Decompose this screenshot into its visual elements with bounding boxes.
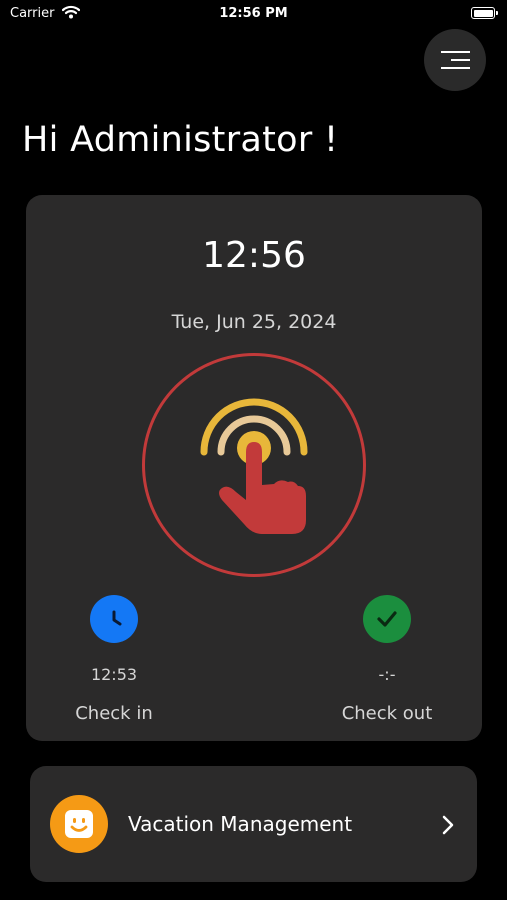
vacation-management-card[interactable]: Vacation Management <box>30 766 477 882</box>
punch-button[interactable] <box>142 353 366 577</box>
status-bar: Carrier 12:56 PM <box>0 0 507 30</box>
smiley-icon <box>50 795 108 853</box>
check-in-label: Check in <box>75 703 153 724</box>
status-time: 12:56 PM <box>219 6 288 21</box>
current-time: 12:56 <box>202 235 306 276</box>
battery-icon <box>471 7 498 19</box>
checkmark-icon <box>377 611 397 627</box>
check-in-time: 12:53 <box>90 665 138 684</box>
menu-icon <box>441 51 470 69</box>
vacation-management-label: Vacation Management <box>128 812 353 836</box>
check-out-button[interactable] <box>363 595 411 643</box>
tap-hand-icon <box>200 398 308 534</box>
clock-icon <box>112 610 122 626</box>
attendance-card: 12:56 Tue, Jun 25, 2024 12:53 -:- Check … <box>26 195 482 741</box>
greeting-title: Hi Administrator ! <box>22 120 339 160</box>
menu-button[interactable] <box>424 29 486 91</box>
current-date: Tue, Jun 25, 2024 <box>171 311 337 333</box>
chevron-right-icon <box>442 815 454 835</box>
check-in-button[interactable] <box>90 595 138 643</box>
check-out-label: Check out <box>341 703 433 724</box>
check-out-time: -:- <box>378 665 396 684</box>
